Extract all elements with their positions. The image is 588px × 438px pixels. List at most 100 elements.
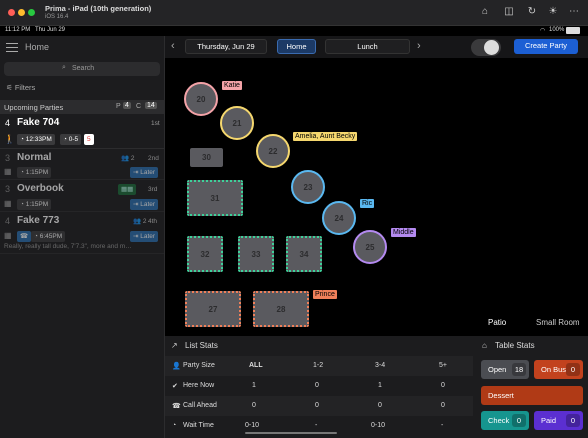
room-tab-patio[interactable]: Patio <box>488 318 506 327</box>
table-23[interactable]: 23 <box>291 170 325 204</box>
party-time-text: 1:15PM <box>25 201 49 208</box>
meal-selector[interactable]: Lunch <box>325 39 410 54</box>
party-rank: 4th <box>148 218 158 225</box>
cell-value: - <box>315 422 318 429</box>
party-name: Fake 704 <box>17 117 60 128</box>
battery-level: 100% <box>549 27 565 33</box>
c-label: C <box>136 103 142 110</box>
later-label: Later <box>140 201 156 208</box>
window-titlebar: Prima - iPad (10th generation) iOS 16.4 … <box>0 0 588 26</box>
filters-icon: ⚟ <box>6 83 13 92</box>
table-27[interactable]: 27 <box>185 291 241 327</box>
toggle-knob <box>484 40 499 55</box>
sidebar-home-title: Home <box>25 42 50 52</box>
party-name: Fake 773 <box>17 215 60 226</box>
row-label: Party Size <box>183 362 215 369</box>
phone-icon: ☎ <box>17 231 32 242</box>
minimize-window-button[interactable] <box>18 9 25 16</box>
upcoming-header: Upcoming Parties P 4 C 14 <box>0 100 165 114</box>
table-stats-title: Table Stats <box>495 341 535 350</box>
paid-value: 0 <box>566 414 580 427</box>
close-window-button[interactable] <box>8 9 15 16</box>
open-label: Open <box>488 365 507 374</box>
cell-value: 1 <box>378 382 382 389</box>
table-32[interactable]: 32 <box>187 236 223 272</box>
party-row[interactable]: 4 Fake 704 1st 🚶 ◔ 12:33PM ◔ 0-5 5 <box>0 114 165 149</box>
later-button[interactable]: ⇥ Later <box>130 199 159 210</box>
home-icon[interactable]: ⌂ <box>478 5 492 19</box>
table-34[interactable]: 34 <box>286 236 322 272</box>
party-time: ◔ 12:33PM <box>17 134 55 145</box>
create-party-button[interactable]: Create Party <box>514 39 578 54</box>
zoom-window-button[interactable] <box>28 9 35 16</box>
table-28[interactable]: 28 <box>253 291 309 327</box>
row-label: Here Now <box>183 382 215 389</box>
dessert-stat[interactable]: Dessert <box>481 386 583 405</box>
party-time-text: 12:33PM <box>25 136 52 143</box>
party-extra-badge: 5 <box>84 134 94 145</box>
cell-value: 0 <box>378 402 382 409</box>
later-button[interactable]: ⇥ Later <box>130 167 159 178</box>
scroll-indicator[interactable] <box>245 432 337 434</box>
sidebar: Home ⌕ Search ⚟ Filters Upcoming Parties… <box>0 36 165 438</box>
filters-button[interactable]: ⚟ Filters <box>6 83 35 92</box>
table-tag: Ric <box>360 199 375 208</box>
window-title: Prima - iPad (10th generation) <box>45 4 152 13</box>
list-stats-title: List Stats <box>185 341 218 350</box>
brightness-icon[interactable]: ☀ <box>546 5 560 19</box>
check-stat[interactable]: Check 0 <box>481 411 529 430</box>
onbus-value: 0 <box>566 363 580 376</box>
home-tab[interactable]: Home <box>277 39 316 54</box>
calendar-icon: ▦ <box>4 167 12 176</box>
table-tag: Amelia, Aunt Becky <box>293 132 358 141</box>
wifi-icon: ◠ <box>540 28 546 34</box>
party-count: 👥 2 <box>121 155 135 162</box>
calendar-icon: ▦ <box>4 199 12 208</box>
check-value: 0 <box>512 414 526 427</box>
onbus-stat[interactable]: On Bus 0 <box>534 360 583 379</box>
clock-icon: ◔ <box>172 422 177 429</box>
col-header: 1-2 <box>313 362 324 369</box>
party-row[interactable]: 4 Fake 773 👥 2 4th ▦ ☎ ◔ 6:45PM ⇥ Later … <box>0 212 165 254</box>
table-21[interactable]: 21 <box>220 106 254 140</box>
table-31[interactable]: 31 <box>187 180 243 216</box>
top-nav: ‹ Thursday, Jun 29 Home Lunch › Create P… <box>165 36 588 58</box>
row-label: Wait Time <box>183 422 214 429</box>
prev-day-button[interactable]: ‹ <box>171 40 175 52</box>
floor-plan: 20 21 22 23 24 25 30 31 32 33 34 27 28 K… <box>165 58 588 336</box>
next-day-button[interactable]: › <box>417 40 421 52</box>
stats-panel: ↗ List Stats 👤 Party Size ALL 1-2 3-4 5+… <box>165 336 588 438</box>
cell-value: 0-10 <box>245 422 260 429</box>
rotate-icon[interactable]: ↻ <box>525 5 539 19</box>
room-tab-small-room[interactable]: Small Room <box>536 318 580 327</box>
date-button[interactable]: Thursday, Jun 29 <box>185 39 267 54</box>
p-label: P <box>116 103 121 110</box>
party-time-text: 1:15PM <box>25 169 49 176</box>
col-header: 3-4 <box>375 362 386 369</box>
more-icon[interactable]: ⋯ <box>567 5 581 19</box>
open-stat[interactable]: Open 18 <box>481 360 529 379</box>
later-button[interactable]: ⇥ Later <box>130 231 159 242</box>
search-icon: ⌕ <box>62 64 66 71</box>
table-tag: Prince <box>313 290 337 299</box>
table-22[interactable]: 22 <box>256 134 290 168</box>
table-30[interactable]: 30 <box>190 148 223 167</box>
paid-stat[interactable]: Paid 0 <box>534 411 583 430</box>
status-date: Thu Jun 29 <box>35 27 66 33</box>
table-25[interactable]: 25 <box>353 230 387 264</box>
check-icon: ✔ <box>172 383 178 390</box>
party-row[interactable]: 3 Overbook ▦▦ 3rd ▦ ◔ 1:15PM ⇥ Later <box>0 180 165 212</box>
col-header: 5+ <box>439 362 447 369</box>
screenshot-icon[interactable]: ◫ <box>502 5 516 19</box>
view-toggle[interactable] <box>471 39 501 56</box>
menu-icon[interactable] <box>6 43 18 52</box>
search-input[interactable]: ⌕ Search <box>4 62 160 76</box>
table-24[interactable]: 24 <box>322 201 356 235</box>
walk-in-icon: 🚶 <box>4 134 16 144</box>
party-wait-text: 0-5 <box>68 136 79 143</box>
table-20[interactable]: 20 <box>184 82 218 116</box>
party-row[interactable]: 3 Normal 👥 2 2nd ▦ ◔ 1:15PM ⇥ Later <box>0 149 165 180</box>
table-33[interactable]: 33 <box>238 236 274 272</box>
party-name: Overbook <box>17 183 64 194</box>
cell-value: 0 <box>441 402 445 409</box>
